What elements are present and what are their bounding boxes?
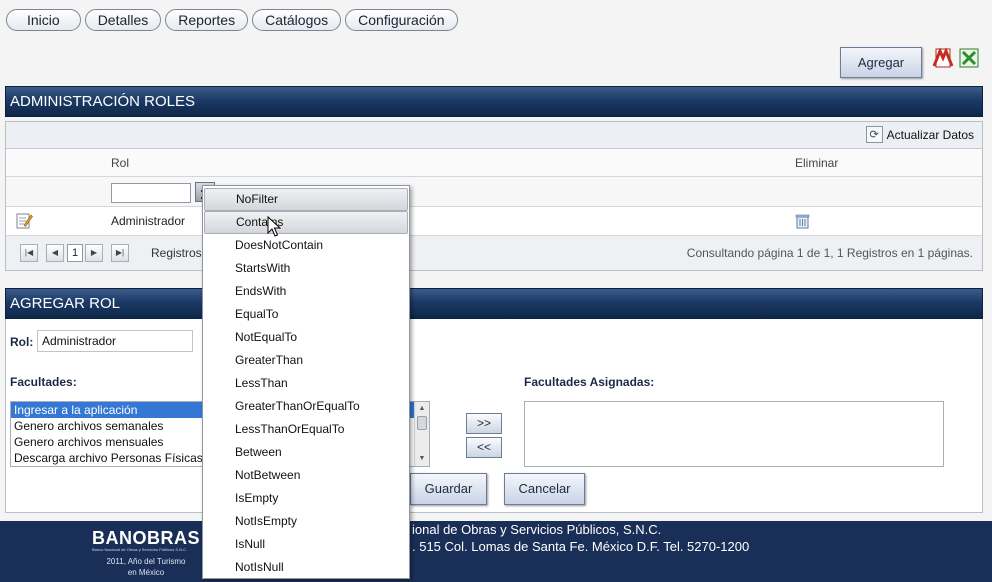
filter-dropdown-menu: NoFilter Contains DoesNotContain StartsW…	[202, 185, 410, 579]
next-page-icon[interactable]: ▶	[85, 244, 103, 262]
cancelar-button[interactable]: Cancelar	[504, 473, 585, 505]
facultades-asignadas-label: Facultades Asignadas:	[524, 375, 655, 389]
roles-section-header: ADMINISTRACIÓN ROLES	[5, 86, 983, 117]
filter-option-notequalto[interactable]: NotEqualTo	[204, 326, 408, 349]
filter-option-lessthan[interactable]: LessThan	[204, 372, 408, 395]
pager: |◀ ◀ 1 ▶ ▶| Registros Consultando página…	[6, 236, 982, 270]
banobras-logo: BANOBRAS	[92, 528, 201, 548]
last-page-icon[interactable]: ▶|	[111, 244, 129, 262]
mouse-cursor-icon	[267, 216, 281, 237]
agregar-button[interactable]: Agregar	[840, 47, 922, 78]
filter-option-contains[interactable]: Contains	[204, 211, 408, 234]
filter-option-isempty[interactable]: IsEmpty	[204, 487, 408, 510]
rol-label: Rol:	[10, 335, 34, 349]
nav-tab-detalles[interactable]: Detalles	[84, 9, 162, 31]
facultades-asignadas-listbox[interactable]	[524, 401, 944, 467]
page-number[interactable]: 1	[67, 244, 83, 262]
column-header-rol[interactable]: Rol	[111, 156, 129, 170]
agregar-rol-header: AGREGAR ROL	[5, 288, 983, 319]
filter-option-isnull[interactable]: IsNull	[204, 533, 408, 556]
main-nav: Inicio Detalles Reportes Catálogos Confi…	[6, 9, 458, 31]
guardar-button[interactable]: Guardar	[410, 473, 487, 505]
pager-status: Consultando página 1 de 1, 1 Registros e…	[686, 246, 973, 260]
footer-line2: . 515 Col. Lomas de Santa Fe. México D.F…	[412, 539, 750, 554]
filter-option-notbetween[interactable]: NotBetween	[204, 464, 408, 487]
grid-header: Rol Eliminar	[6, 149, 982, 177]
scroll-down-icon[interactable]: ▼	[416, 453, 428, 465]
move-right-button[interactable]: >>	[466, 413, 502, 434]
filter-option-equalto[interactable]: EqualTo	[204, 303, 408, 326]
nav-tab-configuracion[interactable]: Configuración	[345, 9, 458, 31]
prev-page-icon[interactable]: ◀	[46, 244, 64, 262]
move-left-button[interactable]: <<	[466, 437, 502, 458]
nav-tab-catalogos[interactable]: Catálogos	[252, 9, 342, 31]
filter-option-notisempty[interactable]: NotIsEmpty	[204, 510, 408, 533]
footer-line1: ional de Obras y Servicios Públicos, S.N…	[412, 522, 662, 537]
registros-label: Registros	[151, 246, 202, 260]
filter-option-endswith[interactable]: EndsWith	[204, 280, 408, 303]
refresh-icon: ⟳	[865, 126, 883, 143]
first-page-icon[interactable]: |◀	[20, 244, 38, 262]
row-rol-value: Administrador	[111, 214, 186, 228]
table-row: Administrador	[6, 207, 982, 236]
nav-tab-inicio[interactable]: Inicio	[6, 9, 81, 31]
filter-option-doesnotcontain[interactable]: DoesNotContain	[204, 234, 408, 257]
delete-icon[interactable]	[795, 213, 810, 229]
grid-toolbar: ⟳ Actualizar Datos	[6, 122, 982, 149]
year-motto-line1: 2011, Año del Turismo	[106, 557, 186, 566]
scroll-up-icon[interactable]: ▲	[416, 403, 428, 415]
listbox-scrollbar[interactable]: ▲ ▼	[414, 402, 429, 466]
refresh-label: Actualizar Datos	[886, 127, 974, 142]
filter-option-startswith[interactable]: StartsWith	[204, 257, 408, 280]
rol-filter-input[interactable]	[111, 183, 191, 203]
pdf-export-icon[interactable]	[932, 48, 954, 68]
column-header-eliminar: Eliminar	[795, 156, 839, 170]
edit-icon[interactable]	[16, 212, 33, 229]
rol-input[interactable]: Administrador	[37, 330, 193, 352]
facultades-label: Facultades:	[10, 375, 77, 389]
year-motto: 2011, Año del Turismo en México	[96, 556, 196, 578]
agregar-rol-panel: AGREGAR ROL Rol: Administrador Facultade…	[5, 288, 983, 513]
filter-option-between[interactable]: Between	[204, 441, 408, 464]
year-motto-line2: en México	[127, 568, 165, 577]
filter-option-notisnull[interactable]: NotIsNull	[204, 556, 408, 579]
filter-option-nofilter[interactable]: NoFilter	[204, 188, 408, 211]
filter-row	[6, 177, 982, 207]
roles-grid: ⟳ Actualizar Datos Rol Eliminar Administ…	[5, 121, 983, 271]
scroll-thumb[interactable]	[417, 416, 427, 430]
nav-tab-reportes[interactable]: Reportes	[165, 9, 249, 31]
logo-subtitle: Banco Nacional de Obras y Servicios Públ…	[92, 547, 188, 552]
refresh-button[interactable]: ⟳ Actualizar Datos	[865, 126, 974, 143]
excel-export-icon[interactable]	[958, 48, 980, 68]
filter-option-greaterthan[interactable]: GreaterThan	[204, 349, 408, 372]
footer: BANOBRAS Banco Nacional de Obras y Servi…	[0, 521, 992, 582]
filter-option-lessthanorequalto[interactable]: LessThanOrEqualTo	[204, 418, 408, 441]
filter-option-greaterthanorequalto[interactable]: GreaterThanOrEqualTo	[204, 395, 408, 418]
